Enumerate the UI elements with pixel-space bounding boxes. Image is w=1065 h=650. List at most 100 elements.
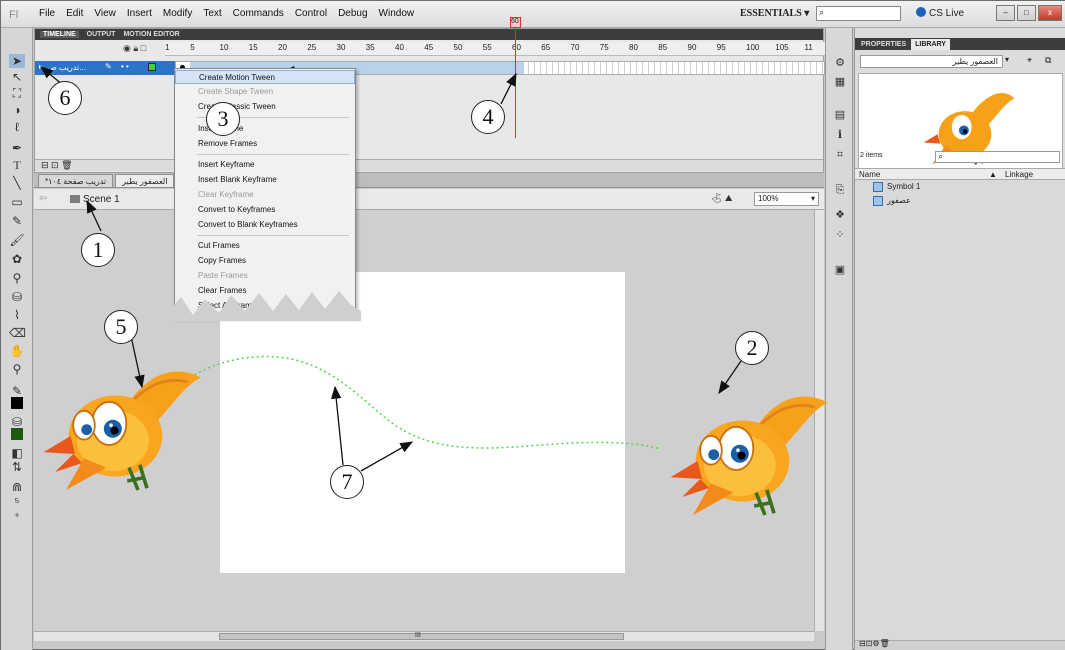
- frame-cell[interactable]: [768, 62, 769, 74]
- frame-cell[interactable]: [636, 62, 637, 74]
- zoom-tool-icon[interactable]: ⚲: [9, 362, 25, 376]
- tab-properties[interactable]: PROPERTIES: [858, 41, 909, 48]
- bone-tool-icon[interactable]: ⚲: [9, 271, 25, 285]
- frame-cell[interactable]: [612, 62, 613, 74]
- selection-tool-icon[interactable]: ➤: [9, 54, 25, 68]
- frame-cell[interactable]: [666, 62, 667, 74]
- frame-cell[interactable]: [540, 62, 541, 74]
- tab-motion-editor[interactable]: MOTION EDITOR: [123, 31, 179, 38]
- menu-copy-frames[interactable]: Copy Frames: [175, 254, 355, 268]
- menu-convert-to-blank-keyframes[interactable]: Convert to Blank Keyframes: [175, 218, 355, 232]
- frame-cell[interactable]: [816, 62, 817, 74]
- swatches-panel-icon[interactable]: ▦: [833, 75, 847, 89]
- frame-cell[interactable]: [582, 62, 583, 74]
- menu-commands[interactable]: Commands: [233, 8, 284, 19]
- menu-insert-keyframe[interactable]: Insert Keyframe: [175, 158, 355, 172]
- menu-insert-blank-keyframe[interactable]: Insert Blank Keyframe: [175, 173, 355, 187]
- frame-cell[interactable]: [678, 62, 679, 74]
- layer-name[interactable]: ...تدريب ص: [47, 63, 86, 72]
- edit-symbol-icons[interactable]: ⛳︎ ⛰︎: [711, 193, 751, 205]
- frame-cell[interactable]: [684, 62, 685, 74]
- fill-color-icon[interactable]: ⛁: [9, 415, 25, 429]
- subselection-tool-icon[interactable]: ↖: [9, 70, 25, 84]
- new-layer-icon[interactable]: ⊟ ⊡ 🗑︎: [41, 160, 73, 171]
- eye-icon[interactable]: ◉: [123, 43, 131, 53]
- rectangle-tool-icon[interactable]: ▭: [9, 195, 25, 209]
- scene-breadcrumb[interactable]: Scene 1: [70, 194, 120, 205]
- frame-cell[interactable]: [648, 62, 649, 74]
- pen-tool-icon[interactable]: ✒: [9, 141, 25, 155]
- frame-cell[interactable]: [528, 62, 529, 74]
- straighten-icon[interactable]: ⁺: [9, 510, 25, 524]
- paint-bucket-tool-icon[interactable]: ⛁: [9, 290, 25, 304]
- frame-cell[interactable]: [630, 62, 631, 74]
- pencil-tool-icon[interactable]: ✎: [9, 214, 25, 228]
- menu-window[interactable]: Window: [379, 8, 415, 19]
- frame-cell[interactable]: [744, 62, 745, 74]
- movie-explorer-icon[interactable]: ▣: [833, 263, 847, 277]
- menu-text[interactable]: Text: [203, 8, 221, 19]
- brush-tool-icon[interactable]: 🖌: [9, 233, 25, 247]
- vertical-scrollbar[interactable]: [814, 210, 824, 631]
- snap-magnet-icon[interactable]: ⋒: [9, 480, 25, 494]
- eyedropper-tool-icon[interactable]: ⌇: [9, 308, 25, 322]
- code-snippets-icon[interactable]: ⎘: [833, 183, 847, 197]
- menu-debug[interactable]: Debug: [338, 8, 367, 19]
- black-white-icon[interactable]: ◧: [9, 446, 25, 460]
- menu-create-classic-tween[interactable]: Create Classic Tween: [175, 100, 355, 114]
- align-panel-icon[interactable]: ▤: [833, 108, 847, 122]
- components-icon[interactable]: ❖: [833, 208, 847, 222]
- frame-cell[interactable]: [762, 62, 763, 74]
- frame-cell[interactable]: [552, 62, 553, 74]
- frame-cell[interactable]: [720, 62, 721, 74]
- frame-ruler[interactable]: 1 5 10 15 20 25 30 35 40 45 50 55 60 65 70 75 80 85 90 95 10…: [165, 42, 825, 56]
- playhead-handle[interactable]: 60: [510, 17, 521, 28]
- menu-edit[interactable]: Edit: [66, 8, 83, 19]
- frame-cell[interactable]: [792, 62, 793, 74]
- horizontal-scrollbar[interactable]: III: [34, 631, 814, 641]
- eraser-tool-icon[interactable]: ⌫: [9, 326, 26, 340]
- hand-tool-icon[interactable]: ✋: [9, 344, 25, 358]
- menu-insert[interactable]: Insert: [127, 8, 152, 19]
- frame-cell[interactable]: [786, 62, 787, 74]
- library-item[interactable]: عصفور: [855, 194, 1065, 208]
- zoom-select[interactable]: 100% ▾: [754, 192, 819, 206]
- cs-live-button[interactable]: CS Live: [916, 7, 964, 19]
- minimize-button[interactable]: –: [996, 5, 1015, 21]
- help-search-input[interactable]: ⌕: [816, 6, 901, 21]
- back-arrow-icon[interactable]: ⇦: [39, 193, 47, 204]
- frame-cell[interactable]: [588, 62, 589, 74]
- library-document-select[interactable]: العصفور يطير: [860, 55, 1003, 68]
- tab-document-2[interactable]: العصفور يطير: [115, 174, 175, 187]
- new-symbol-icon[interactable]: ⊟⊡⚙🗑︎: [859, 639, 890, 648]
- tab-timeline[interactable]: TIMELINE: [40, 31, 79, 38]
- pin-icon[interactable]: ⌖: [1027, 55, 1032, 66]
- frame-cell[interactable]: [618, 62, 619, 74]
- lasso-tool-icon[interactable]: ℓ: [9, 120, 25, 134]
- frame-cell[interactable]: [798, 62, 799, 74]
- swap-colors-icon[interactable]: ⇅: [9, 460, 25, 474]
- outline-icon[interactable]: □: [141, 43, 146, 53]
- frame-cell[interactable]: [708, 62, 709, 74]
- stroke-swatch[interactable]: [11, 397, 23, 409]
- playhead[interactable]: [515, 18, 516, 138]
- deco-tool-icon[interactable]: ✿: [9, 252, 25, 266]
- menu-clear-keyframe[interactable]: Clear Keyframe: [175, 188, 355, 202]
- dropdown-icon[interactable]: ▾: [1005, 55, 1009, 64]
- menu-modify[interactable]: Modify: [163, 8, 192, 19]
- text-tool-icon[interactable]: T: [9, 158, 25, 172]
- frame-cell[interactable]: [534, 62, 535, 74]
- frame-cell[interactable]: [810, 62, 811, 74]
- frame-cell[interactable]: [624, 62, 625, 74]
- stroke-color-icon[interactable]: ✎: [9, 384, 25, 398]
- free-transform-tool-icon[interactable]: ⛶: [9, 86, 25, 100]
- layer-row[interactable]: ▸ ...تدريب ص ✎ • •: [35, 61, 175, 75]
- frame-cell[interactable]: [774, 62, 775, 74]
- column-name[interactable]: Name: [859, 170, 880, 179]
- frame-cell[interactable]: [714, 62, 715, 74]
- column-linkage[interactable]: Linkage: [1005, 170, 1033, 179]
- line-tool-icon[interactable]: ╲: [9, 176, 25, 190]
- frame-cell[interactable]: [804, 62, 805, 74]
- color-panel-icon[interactable]: ⚙: [833, 56, 847, 70]
- frame-cell[interactable]: [732, 62, 733, 74]
